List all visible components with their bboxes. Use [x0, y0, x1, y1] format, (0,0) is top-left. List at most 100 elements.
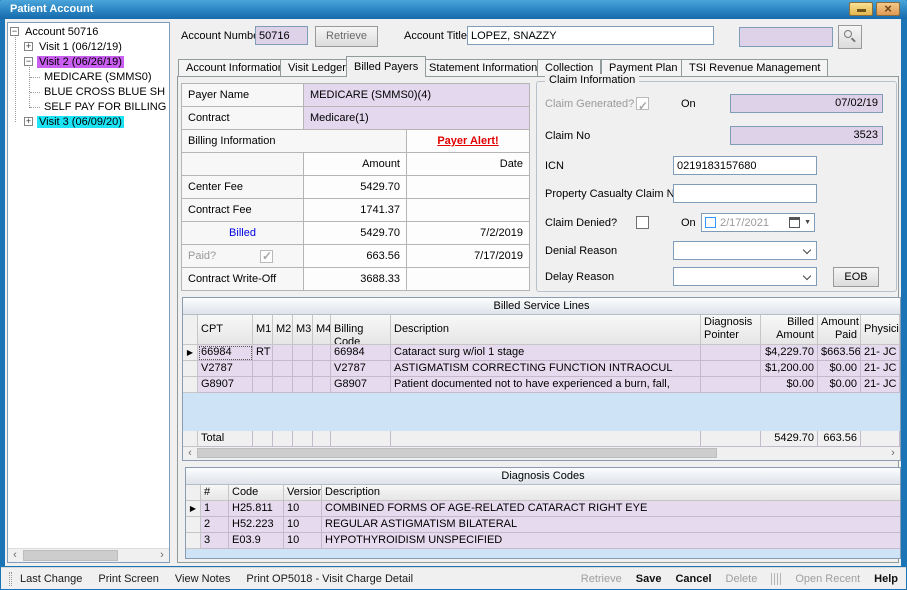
- view-notes-button[interactable]: View Notes: [175, 573, 230, 585]
- denied-date-picker[interactable]: 2/17/2021 ▼: [701, 213, 815, 232]
- tab-visit-ledger[interactable]: Visit Ledger: [280, 59, 354, 77]
- billed-link[interactable]: Billed: [229, 227, 256, 239]
- cell-m4[interactable]: [313, 345, 331, 361]
- property-casualty-input[interactable]: [673, 184, 817, 203]
- icn-input[interactable]: [673, 156, 817, 175]
- col-header-billing-code[interactable]: Billing Code: [331, 315, 391, 345]
- cell-physician[interactable]: 21- JC: [861, 377, 900, 393]
- delay-reason-select[interactable]: [673, 267, 817, 286]
- row-selector[interactable]: [186, 533, 201, 549]
- tab-statement-information[interactable]: Statement Information: [421, 59, 545, 77]
- tree-node-medicare[interactable]: MEDICARE (SMMS0): [42, 70, 154, 85]
- col-header-version[interactable]: Version: [284, 485, 322, 501]
- scrollbar-thumb[interactable]: [197, 448, 717, 458]
- cell-description[interactable]: Cataract surg w/iol 1 stage: [391, 345, 701, 361]
- print-screen-button[interactable]: Print Screen: [98, 573, 159, 585]
- col-header-diagnosis-pointer[interactable]: Diagnosis Pointer: [701, 315, 761, 345]
- tree-node-visit1[interactable]: Visit 1 (06/12/19): [24, 40, 124, 55]
- collapse-icon[interactable]: [10, 27, 19, 36]
- eob-button[interactable]: EOB: [833, 267, 879, 287]
- cell-m4[interactable]: [313, 361, 331, 377]
- cell-code[interactable]: H25.811: [229, 501, 284, 517]
- tree-node-bluecross[interactable]: BLUE CROSS BLUE SH: [42, 85, 167, 100]
- denial-reason-select[interactable]: [673, 241, 817, 260]
- cell-description[interactable]: ASTIGMATISM CORRECTING FUNCTION INTRAOCU…: [391, 361, 701, 377]
- print-op5018-button[interactable]: Print OP5018 - Visit Charge Detail: [246, 573, 413, 585]
- expand-icon[interactable]: [24, 42, 33, 51]
- cell-code[interactable]: E03.9: [229, 533, 284, 549]
- cell-physician[interactable]: 21- JC: [861, 361, 900, 377]
- cell-physician[interactable]: 21- JC: [861, 345, 900, 361]
- scroll-right-icon[interactable]: ›: [886, 447, 900, 459]
- retrieve-button[interactable]: Retrieve: [315, 26, 378, 47]
- cell-billed-amount[interactable]: $4,229.70: [761, 345, 818, 361]
- cell-m2[interactable]: [273, 377, 293, 393]
- col-header-physician[interactable]: Physician: [861, 315, 900, 345]
- close-button[interactable]: ×: [876, 2, 900, 16]
- col-header-num[interactable]: #: [201, 485, 229, 501]
- tree-node-visit2[interactable]: Visit 2 (06/26/19): [24, 55, 124, 70]
- col-header-description[interactable]: Description: [322, 485, 901, 501]
- cell-amount-paid[interactable]: $0.00: [818, 361, 861, 377]
- service-lines-horizontal-scrollbar[interactable]: ‹ ›: [183, 447, 900, 460]
- paid-checkbox[interactable]: [260, 250, 273, 263]
- cell-m3[interactable]: [293, 345, 313, 361]
- open-recent-command[interactable]: Open Recent: [795, 573, 860, 585]
- service-line-row[interactable]: 66984 RT 66984 Cataract surg w/iol 1 sta…: [183, 345, 900, 361]
- last-change-button[interactable]: Last Change: [20, 573, 82, 585]
- cell-amount-paid[interactable]: $663.56: [818, 345, 861, 361]
- col-header-cpt[interactable]: CPT: [198, 315, 253, 345]
- col-header-amount-paid[interactable]: Amount Paid: [818, 315, 861, 345]
- cell-billed-amount[interactable]: $0.00: [761, 377, 818, 393]
- payer-alert-link[interactable]: Payer Alert!: [437, 135, 498, 147]
- expand-icon[interactable]: [24, 117, 33, 126]
- col-header-description[interactable]: Description: [391, 315, 701, 345]
- row-selector[interactable]: [183, 361, 198, 377]
- cell-diagnosis-pointer[interactable]: [701, 361, 761, 377]
- cell-billing-code[interactable]: 66984: [331, 345, 391, 361]
- scroll-left-icon[interactable]: ‹: [8, 549, 22, 562]
- save-command[interactable]: Save: [636, 573, 662, 585]
- search-button[interactable]: [838, 25, 862, 49]
- cell-description[interactable]: Patient documented not to have experienc…: [391, 377, 701, 393]
- minimize-button[interactable]: [849, 2, 873, 16]
- cell-m3[interactable]: [293, 377, 313, 393]
- scroll-left-icon[interactable]: ‹: [183, 447, 197, 459]
- service-line-row[interactable]: V2787 V2787 ASTIGMATISM CORRECTING FUNCT…: [183, 361, 900, 377]
- account-title-input[interactable]: [467, 26, 714, 45]
- cell-cpt[interactable]: 66984: [198, 345, 253, 361]
- cell-billed-amount[interactable]: $1,200.00: [761, 361, 818, 377]
- cell-m4[interactable]: [313, 377, 331, 393]
- tab-tsi-revenue-management[interactable]: TSI Revenue Management: [681, 59, 828, 77]
- row-selector[interactable]: [186, 517, 201, 533]
- cell-description[interactable]: HYPOTHYROIDISM UNSPECIFIED: [322, 533, 901, 549]
- col-header-m3[interactable]: M3: [293, 315, 313, 345]
- chevron-down-icon[interactable]: ▼: [804, 213, 811, 233]
- scrollbar-thumb[interactable]: [23, 550, 118, 561]
- col-header-code[interactable]: Code: [229, 485, 284, 501]
- tree-node-account[interactable]: Account 50716: [10, 25, 100, 40]
- cell-cpt[interactable]: V2787: [198, 361, 253, 377]
- cell-amount-paid[interactable]: $0.00: [818, 377, 861, 393]
- collapse-icon[interactable]: [24, 57, 33, 66]
- cell-m3[interactable]: [293, 361, 313, 377]
- cell-num[interactable]: 1: [201, 501, 229, 517]
- cell-m1[interactable]: [253, 361, 273, 377]
- diagnosis-row[interactable]: 3 E03.9 10 HYPOTHYROIDISM UNSPECIFIED: [186, 533, 900, 549]
- date-enable-checkbox[interactable]: [705, 217, 716, 228]
- tab-billed-payers[interactable]: Billed Payers: [346, 56, 426, 77]
- lookup-input[interactable]: [739, 27, 833, 47]
- cell-m2[interactable]: [273, 361, 293, 377]
- retrieve-command[interactable]: Retrieve: [581, 573, 622, 585]
- cell-code[interactable]: H52.223: [229, 517, 284, 533]
- cell-num[interactable]: 2: [201, 517, 229, 533]
- cell-num[interactable]: 3: [201, 533, 229, 549]
- cell-version[interactable]: 10: [284, 517, 322, 533]
- help-command[interactable]: Help: [874, 573, 898, 585]
- cell-m1[interactable]: [253, 377, 273, 393]
- diagnosis-row[interactable]: 1 H25.811 10 COMBINED FORMS OF AGE-RELAT…: [186, 501, 900, 517]
- service-line-row[interactable]: G8907 G8907 Patient documented not to ha…: [183, 377, 900, 393]
- cell-version[interactable]: 10: [284, 501, 322, 517]
- col-header-m4[interactable]: M4: [313, 315, 331, 345]
- claim-denied-checkbox[interactable]: [636, 216, 649, 229]
